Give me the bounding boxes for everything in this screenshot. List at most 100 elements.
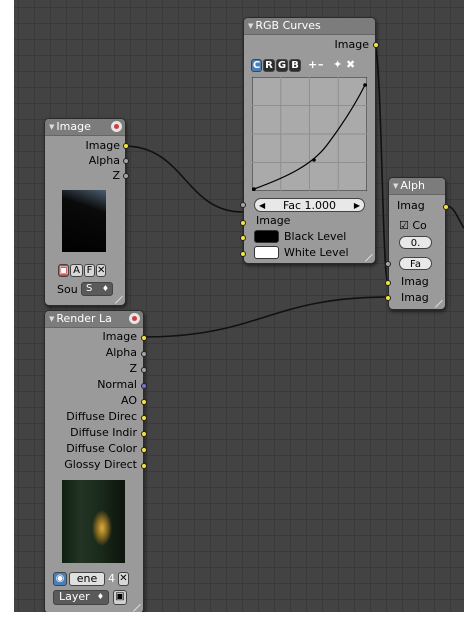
white-level-swatch[interactable] xyxy=(254,246,279,259)
output-label-diffuse-color: Diffuse Color xyxy=(66,442,137,455)
output-label-z: Z xyxy=(112,169,120,182)
premul-value: 0. xyxy=(410,238,421,249)
socket-white-level-in[interactable] xyxy=(240,251,246,257)
output-label-diffuse-direct: Diffuse Direc xyxy=(66,410,137,423)
socket-image-out[interactable] xyxy=(141,335,147,341)
source-value: S xyxy=(86,283,93,294)
scene-users-count: 4 xyxy=(108,572,115,585)
image-clear-button[interactable]: ✕ xyxy=(96,264,106,277)
socket-image-in[interactable] xyxy=(240,220,246,226)
socket-ao-out[interactable] xyxy=(141,399,147,405)
render-layers-title: Render La xyxy=(56,312,112,325)
socket-fac-in[interactable] xyxy=(240,202,246,208)
output-label-image: Image xyxy=(102,330,137,343)
tools-menu-button[interactable]: ✦ xyxy=(333,58,342,71)
image-thumbnail xyxy=(62,190,106,252)
node-resize-handle[interactable] xyxy=(435,299,443,307)
source-select[interactable]: S ♦ xyxy=(81,282,113,296)
image-node-header[interactable]: ▼ Image xyxy=(45,119,125,136)
socket-black-level-in[interactable] xyxy=(240,235,246,241)
layer-select[interactable]: Layer ♦ xyxy=(53,590,109,605)
image-f-button[interactable]: F xyxy=(84,264,95,277)
fac-slider[interactable]: Fa xyxy=(399,257,432,270)
curve-point xyxy=(363,83,367,87)
socket-z-out[interactable] xyxy=(123,173,129,179)
collapse-triangle-icon[interactable]: ▼ xyxy=(49,311,54,327)
socket-glossy-direct-out[interactable] xyxy=(141,463,147,469)
render-layer-button[interactable]: ▣ xyxy=(113,590,127,605)
socket-z-out[interactable] xyxy=(141,367,147,373)
node-resize-handle[interactable] xyxy=(115,295,123,303)
rgb-curves-node[interactable]: ▼ RGB Curves Image C R G B + – ✦ ✖ ◀ Fac 1… xyxy=(240,17,379,264)
layer-select-value: Layer xyxy=(59,590,90,603)
convert-premul-checkbox[interactable]: ☑ Co xyxy=(399,219,427,232)
output-label-image: Imag xyxy=(397,199,425,212)
white-level-label: White Level xyxy=(284,246,349,259)
input-label-image: Image xyxy=(256,214,291,227)
socket-image-out[interactable] xyxy=(123,143,129,149)
black-level-swatch[interactable] xyxy=(254,230,279,243)
curve-graph[interactable] xyxy=(252,77,367,191)
image-a-button[interactable]: A xyxy=(70,264,83,277)
channel-g-button[interactable]: G xyxy=(276,59,288,72)
scene-clear-button[interactable]: ✕ xyxy=(118,572,129,586)
fac-slider[interactable]: ◀ Fac 1.000 ▶ xyxy=(254,198,365,212)
scene-name: ene xyxy=(76,572,98,585)
image-node-title: Image xyxy=(56,120,91,133)
channel-b-button[interactable]: B xyxy=(289,59,301,72)
collapse-triangle-icon[interactable]: ▼ xyxy=(393,178,398,194)
output-label-normal: Normal xyxy=(97,378,137,391)
socket-image-in-2[interactable] xyxy=(385,295,391,301)
node-resize-handle[interactable] xyxy=(133,603,141,611)
image-browse-button[interactable]: ▣ xyxy=(58,264,69,277)
black-level-label: Black Level xyxy=(284,230,347,243)
socket-normal-out[interactable] xyxy=(141,383,147,389)
alpha-node-header[interactable]: ▼ Alph xyxy=(389,178,445,195)
scene-browse-button[interactable]: ◉ xyxy=(53,572,67,586)
preview-toggle-icon[interactable] xyxy=(111,121,122,132)
socket-diffuse-indirect-out[interactable] xyxy=(141,431,147,437)
wire-image-to-curves xyxy=(123,145,244,213)
output-label-alpha: Alpha xyxy=(105,346,137,359)
reset-curve-button[interactable]: ✖ xyxy=(346,58,355,71)
alpha-over-node[interactable]: ▼ Alph Imag ☑ Co 0. Fa Imag Imag xyxy=(385,177,449,310)
source-label: Sou xyxy=(57,283,78,296)
socket-fac-in[interactable] xyxy=(385,261,391,267)
socket-diffuse-direct-out[interactable] xyxy=(141,415,147,421)
socket-image-out[interactable] xyxy=(443,204,449,210)
socket-image-out[interactable] xyxy=(373,42,379,48)
wire-curves-to-alpha xyxy=(373,43,389,283)
image-node[interactable]: ▼ Image Image Alpha Z ▣ A F ✕ Sou S ♦ xyxy=(44,118,129,306)
channel-c-button[interactable]: C xyxy=(251,59,262,72)
editor-border-bottom xyxy=(0,612,464,626)
node-resize-handle[interactable] xyxy=(365,253,373,261)
alpha-node-title: Alph xyxy=(400,179,425,192)
channel-r-button[interactable]: R xyxy=(263,59,275,72)
editor-border-left xyxy=(0,0,14,626)
zoom-in-button[interactable]: + xyxy=(308,58,317,71)
premul-value-field[interactable]: 0. xyxy=(399,236,432,249)
output-label-image: Image xyxy=(334,38,369,51)
socket-image-in-1[interactable] xyxy=(385,280,391,286)
rgb-curves-header[interactable]: ▼ RGB Curves xyxy=(244,18,375,35)
fac-value: Fa xyxy=(410,259,421,270)
render-preview-thumbnail xyxy=(62,480,125,563)
socket-alpha-out[interactable] xyxy=(141,351,147,357)
output-label-ao: AO xyxy=(121,394,137,407)
preview-toggle-icon[interactable] xyxy=(129,313,140,324)
curve-point xyxy=(252,187,256,191)
socket-diffuse-color-out[interactable] xyxy=(141,447,147,453)
node-editor[interactable]: ▼ Image Image Alpha Z ▣ A F ✕ Sou S ♦ ▼ RGB… xyxy=(0,0,464,626)
input-label-image-1: Imag xyxy=(401,275,429,288)
zoom-out-button[interactable]: – xyxy=(318,58,324,71)
scene-name-field[interactable]: ene xyxy=(69,572,105,586)
curve-point xyxy=(312,158,316,162)
output-label-diffuse-indirect: Diffuse Indir xyxy=(70,426,137,439)
wire-render-to-alpha xyxy=(141,296,389,338)
socket-alpha-out[interactable] xyxy=(123,158,129,164)
render-layers-header[interactable]: ▼ Render La xyxy=(45,311,143,328)
collapse-triangle-icon[interactable]: ▼ xyxy=(248,18,253,34)
render-layers-node[interactable]: ▼ Render La Image Alpha Z Normal AO Diffu… xyxy=(44,310,147,614)
collapse-triangle-icon[interactable]: ▼ xyxy=(49,119,54,135)
output-label-alpha: Alpha xyxy=(88,154,120,167)
